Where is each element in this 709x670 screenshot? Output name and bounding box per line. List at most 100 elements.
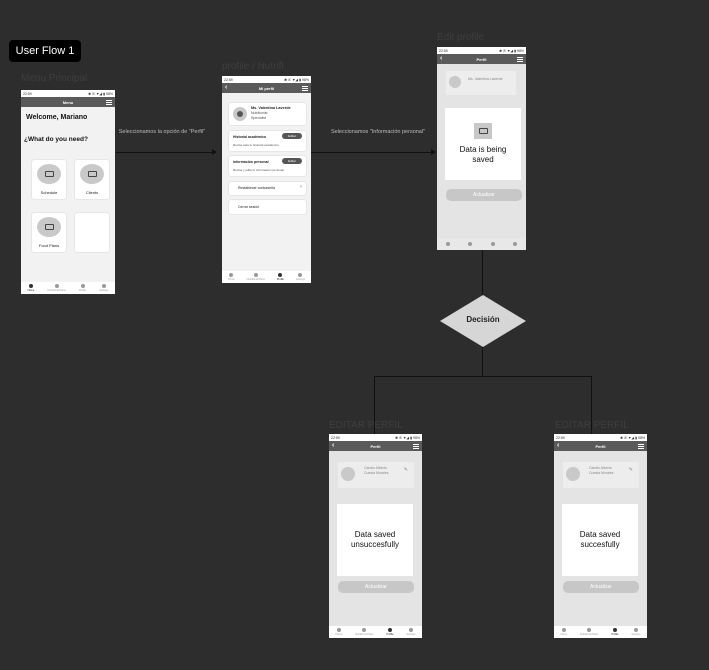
back-icon[interactable]: ‹: [440, 54, 442, 64]
tab-home[interactable]: Home: [27, 284, 35, 292]
frame-label-edit: Edit profile: [437, 32, 485, 43]
tab-plans[interactable]: [468, 241, 473, 247]
saving-modal: Data is being saved: [445, 108, 521, 180]
user-name: Camilo Alberto Cuesta Morales: [364, 466, 389, 475]
avatar: [566, 467, 580, 481]
tab-home[interactable]: [446, 241, 451, 247]
card-schedule[interactable]: Schedule: [32, 160, 66, 199]
edge-branch-left: [374, 376, 375, 434]
edge-branch-right: [591, 376, 592, 434]
back-icon[interactable]: ‹: [332, 441, 334, 451]
tab-settings[interactable]: Settings: [406, 628, 415, 636]
profile-subtitle: Nutritionist: [251, 111, 268, 115]
row-reset-password[interactable]: Restablecer contraseña ›: [229, 182, 306, 195]
user-name: Ms. Valentina Laverde: [468, 77, 503, 81]
update-button[interactable]: Actualizar: [338, 581, 414, 593]
question-text: ¿What do you need?: [24, 136, 88, 143]
status-icons: ✱ ✆ ▼◢ ▮ 98%: [395, 435, 420, 440]
tab-label: Profile: [386, 633, 394, 636]
tab-home[interactable]: Home: [228, 273, 235, 281]
pencil-icon[interactable]: ✎: [404, 467, 408, 473]
row-academic[interactable]: Historial académico Editar Revisa toda t…: [229, 131, 306, 151]
row-logout[interactable]: Cerrar sesión: [229, 200, 306, 214]
app-bar-title: Perfil: [476, 56, 487, 62]
image-icon: [474, 123, 492, 139]
frame-label-profile: profile / Nutrifi: [222, 61, 284, 72]
profile-card: Ms. Valentina Laverde Nutritionist Speci…: [229, 103, 306, 125]
hamburger-icon[interactable]: [413, 443, 419, 449]
app-bar-title: Perfil: [370, 443, 381, 449]
tab-label: Profile: [276, 278, 284, 281]
tab-home[interactable]: Home: [560, 628, 567, 636]
row-personal-info[interactable]: Información personal Editar Revisa y edi…: [229, 156, 306, 176]
tab-settings[interactable]: Settings: [99, 284, 108, 292]
app-bar-title: Perfil: [595, 443, 606, 449]
tab-profile[interactable]: [490, 241, 495, 247]
row-title: Historial académico: [233, 135, 267, 139]
back-icon[interactable]: ‹: [225, 83, 227, 93]
tab-home[interactable]: Home: [335, 628, 342, 636]
profile-screen: 22:59 ✱ ✆ ▼◢ ▮ 98% ‹ Mi perfil Ms. Valent…: [222, 76, 311, 283]
edit-screen: 22:59 ✱ ✆ ▼◢ ▮ 98% ‹ Perfil Ms. Valentina…: [437, 47, 526, 250]
tab-bar: Home Nutritional Plans Profile Settings: [222, 271, 311, 283]
pencil-icon[interactable]: ✎: [629, 467, 633, 473]
status-icons: ✱ ✆ ▼◢ ▮ 98%: [620, 435, 645, 440]
update-button[interactable]: Actualizar: [563, 581, 639, 593]
status-time: 22:59: [556, 435, 565, 440]
arrow-menu-profile: [116, 152, 216, 153]
tab-profile[interactable]: Profile: [386, 628, 393, 636]
avatar: [341, 467, 355, 481]
tab-label: Home: [27, 289, 35, 292]
tab-label: Home: [560, 633, 568, 636]
status-bar: 22:59 ✱ ✆ ▼◢ ▮ 98%: [329, 434, 422, 441]
hamburger-icon[interactable]: [106, 99, 112, 105]
update-button[interactable]: Actualizar: [446, 189, 522, 201]
status-bar: 22:59 ✱ ✆ ▼◢ ▮ 98%: [554, 434, 647, 441]
menu-screen: 22:59 ✱ ✆ ▼◢ ▮ 98% Menu Welcome, Mariano …: [21, 90, 115, 294]
edit-button[interactable]: Editar: [282, 158, 302, 164]
tab-plans[interactable]: Nutritional Plans: [247, 273, 265, 281]
tab-plans[interactable]: Nutritional Plans: [355, 628, 373, 636]
row-desc: Revisa y edita tu información personal: [233, 168, 284, 172]
plans-icon: [54, 284, 59, 288]
tab-profile[interactable]: Profile: [611, 628, 618, 636]
success-screen: 22:59 ✱ ✆ ▼◢ ▮ 98% ‹ Perfil Camilo Albert…: [554, 434, 647, 638]
hamburger-icon[interactable]: [517, 56, 523, 62]
tab-plans[interactable]: Nutritional Plans: [48, 284, 66, 292]
tab-bar: Home Nutritional Plans Profile Settings: [21, 282, 115, 294]
tab-label: Home: [227, 278, 235, 281]
app-bar: ‹ Perfil: [554, 441, 647, 451]
tab-settings[interactable]: Settings: [631, 628, 640, 636]
tab-plans[interactable]: Nutritional Plans: [580, 628, 598, 636]
app-bar-title: Menu: [62, 99, 74, 105]
image-icon: [37, 164, 61, 184]
tab-label: Settings: [406, 633, 416, 636]
tab-profile[interactable]: Profile: [79, 284, 86, 292]
status-bar: 22:59 ✱ ✆ ▼◢ ▮ 98%: [21, 90, 115, 97]
edit-button[interactable]: Editar: [282, 133, 302, 139]
gear-icon: [512, 241, 517, 246]
edge-edit-decision: [482, 250, 483, 296]
edge-branch-horizontal: [374, 376, 592, 377]
card-empty[interactable]: [75, 213, 109, 252]
welcome-text: Welcome, Mariano: [26, 114, 88, 121]
tab-settings[interactable]: Settings: [296, 273, 305, 281]
plans-icon: [362, 628, 367, 632]
decision-label: Decisión: [466, 315, 500, 324]
tab-settings[interactable]: [512, 241, 517, 247]
tab-bar: Home Nutritional Plans Profile Settings: [554, 626, 647, 638]
edge-decision-down: [482, 346, 483, 377]
card-food-plans[interactable]: Food Plans: [32, 213, 66, 252]
status-icons: ✱ ✆ ▼◢ ▮ 98%: [284, 77, 309, 82]
home-icon: [446, 241, 451, 246]
tab-label: Nutritional Plans: [580, 633, 599, 636]
app-bar: ‹ Perfil: [437, 54, 526, 64]
hamburger-icon[interactable]: [638, 443, 644, 449]
tab-profile[interactable]: Profile: [277, 273, 284, 281]
hamburger-icon[interactable]: [302, 85, 308, 91]
home-icon: [229, 273, 234, 277]
tab-label: Nutritional Plans: [47, 289, 66, 292]
back-icon[interactable]: ‹: [557, 441, 559, 451]
card-clients[interactable]: Clients: [75, 160, 109, 199]
row-title: Restablecer contraseña: [238, 186, 275, 190]
